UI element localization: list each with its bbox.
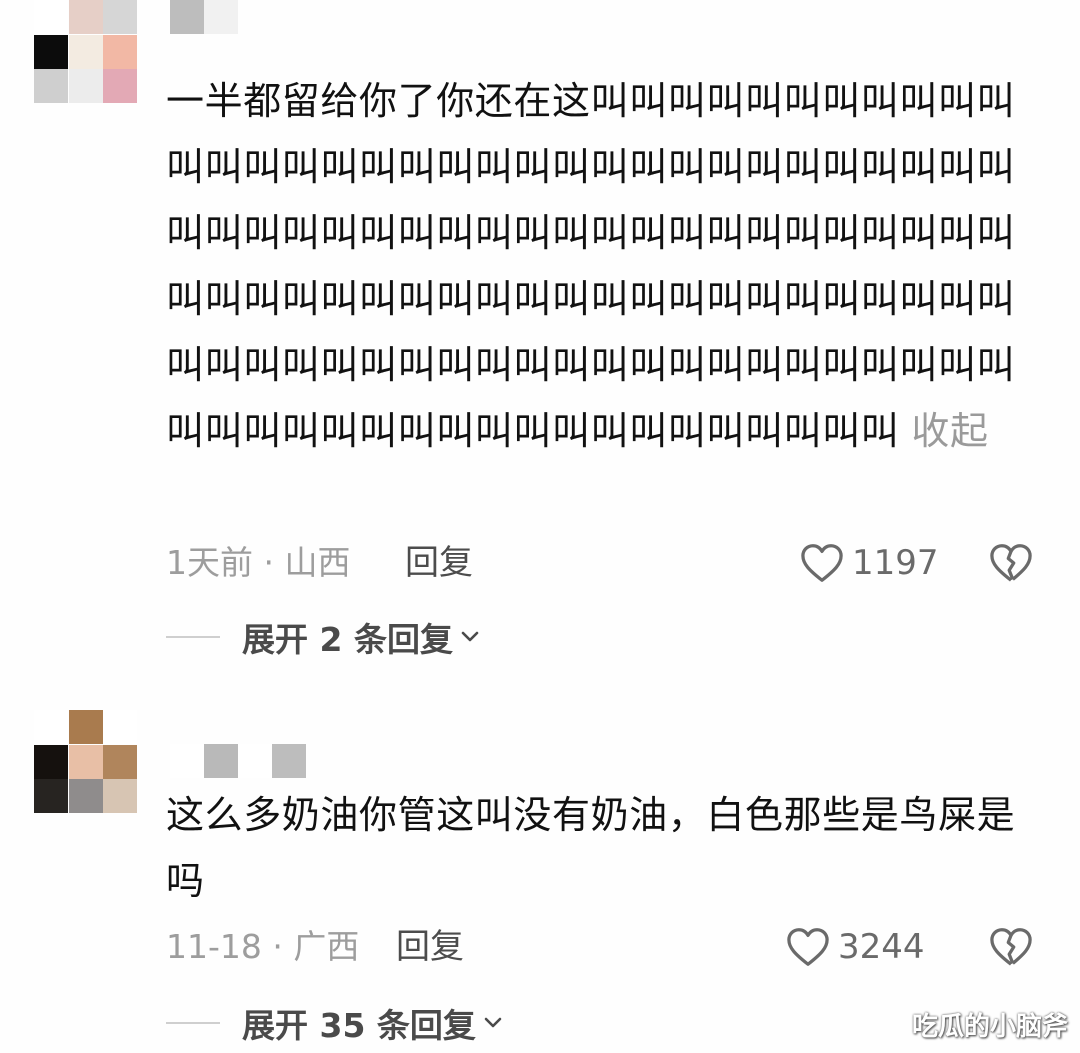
like-count: 3244 [838,927,925,967]
expand-replies-label: 展开 2 条回复 [242,620,453,659]
broken-heart-icon [989,927,1033,967]
comment-body: 一半都留给你了你还在这叫叫叫叫叫叫叫叫叫叫叫叫叫叫叫叫叫叫叫叫叫叫叫叫叫叫叫叫叫… [166,79,1016,453]
avatar-pixel [103,69,137,103]
expand-replies-button[interactable]: 展开 35 条回复 [166,998,504,1048]
comment-meta: 1天前 · 山西 [166,543,351,582]
like-count: 1197 [852,543,939,583]
avatar-pixel [68,69,103,103]
username[interactable] [170,0,238,34]
collapse-link[interactable]: 收起 [911,409,988,453]
avatar-pixel [34,34,68,69]
avatar-pixel [68,710,103,744]
avatar-pixel [103,34,137,69]
avatar-pixel [34,69,68,103]
avatar-pixel [34,779,68,813]
divider [166,636,220,638]
broken-heart-icon [989,543,1033,583]
username[interactable] [170,744,306,778]
comment-body: 这么多奶油你管这叫没有奶油，白色那些是鸟屎是吗 [166,793,1016,903]
reply-button[interactable]: 回复 [396,922,464,972]
username-pixel [170,0,204,34]
username-pixel [238,744,272,778]
divider [166,1022,220,1024]
avatar-pixel [68,34,103,69]
avatar[interactable] [34,710,137,813]
avatar-pixel [34,710,68,744]
avatar-pixel [103,710,137,744]
avatar-pixel [34,0,68,34]
avatar[interactable] [34,0,137,103]
dislike-button[interactable] [988,538,1034,588]
avatar-pixel [103,0,137,34]
like-button[interactable]: 3244 [786,922,925,972]
username-pixel [170,744,204,778]
expand-replies-label: 展开 35 条回复 [242,1006,476,1045]
avatar-pixel [68,779,103,813]
avatar-pixel [34,744,68,779]
avatar-pixel [103,779,137,813]
heart-outline-icon [800,543,844,583]
dislike-button[interactable] [988,922,1034,972]
username-pixel [204,744,238,778]
watermark: 吃瓜的小脑斧 [911,1012,1068,1042]
heart-outline-icon [786,927,830,967]
reply-button[interactable]: 回复 [405,538,473,588]
username-pixel [272,744,306,778]
comment-text: 这么多奶油你管这叫没有奶油，白色那些是鸟屎是吗 [166,782,1046,914]
like-button[interactable]: 1197 [800,538,939,588]
comment-meta: 11-18 · 广西 [166,927,360,966]
chevron-down-icon [459,626,481,648]
username-pixel [204,0,238,34]
chevron-down-icon [482,1012,504,1034]
expand-replies-button[interactable]: 展开 2 条回复 [166,612,481,662]
comment-text: 一半都留给你了你还在这叫叫叫叫叫叫叫叫叫叫叫叫叫叫叫叫叫叫叫叫叫叫叫叫叫叫叫叫叫… [166,68,1046,464]
avatar-pixel [68,0,103,34]
avatar-pixel [103,744,137,779]
avatar-pixel [68,744,103,779]
